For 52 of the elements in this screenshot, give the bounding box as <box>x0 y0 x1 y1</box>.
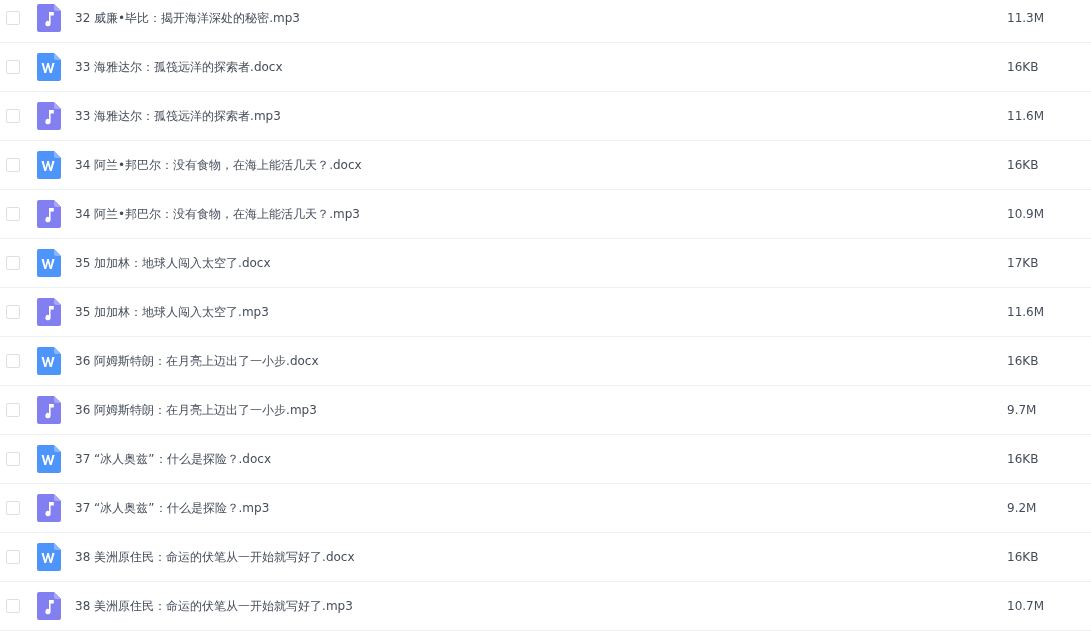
word-file-icon <box>37 249 61 277</box>
file-size: 16KB <box>1007 550 1040 564</box>
music-file-icon <box>37 298 61 326</box>
file-size: 11.6M <box>1007 305 1046 319</box>
word-file-icon <box>37 53 61 81</box>
file-size: 11.6M <box>1007 109 1046 123</box>
file-name[interactable]: 34 阿兰•邦巴尔：没有食物，在海上能活几天？.docx <box>75 156 1007 174</box>
file-size: 9.2M <box>1007 501 1038 515</box>
checkbox[interactable] <box>6 403 20 417</box>
checkbox[interactable] <box>6 305 20 319</box>
checkbox[interactable] <box>6 11 20 25</box>
file-name[interactable]: 32 威廉•毕比：揭开海洋深处的秘密.mp3 <box>75 9 1007 27</box>
checkbox[interactable] <box>6 207 20 221</box>
file-name[interactable]: 38 美洲原住民：命运的伏笔从一开始就写好了.mp3 <box>75 597 1007 615</box>
file-size: 16KB <box>1007 60 1040 74</box>
checkbox[interactable] <box>6 550 20 564</box>
file-name[interactable]: 37 “冰人奥兹”：什么是探险？.mp3 <box>75 499 1007 517</box>
music-file-icon <box>37 4 61 32</box>
file-name[interactable]: 38 美洲原住民：命运的伏笔从一开始就写好了.docx <box>75 548 1007 566</box>
word-file-icon <box>37 445 61 473</box>
file-name[interactable]: 33 海雅达尔：孤筏远洋的探索者.docx <box>75 58 1007 76</box>
checkbox[interactable] <box>6 109 20 123</box>
file-name[interactable]: 35 加加林：地球人闯入太空了.mp3 <box>75 303 1007 321</box>
music-file-icon <box>37 494 61 522</box>
file-size: 16KB <box>1007 158 1040 172</box>
file-size: 10.7M <box>1007 599 1046 613</box>
word-file-icon <box>37 347 61 375</box>
file-size: 16KB <box>1007 354 1040 368</box>
word-file-icon <box>37 151 61 179</box>
checkbox[interactable] <box>6 256 20 270</box>
music-file-icon <box>37 396 61 424</box>
checkbox[interactable] <box>6 60 20 74</box>
checkbox[interactable] <box>6 501 20 515</box>
music-file-icon <box>37 592 61 620</box>
file-size: 10.9M <box>1007 207 1046 221</box>
file-size: 9.7M <box>1007 403 1038 417</box>
music-file-icon <box>37 200 61 228</box>
music-file-icon <box>37 102 61 130</box>
file-size: 17KB <box>1007 256 1040 270</box>
file-size: 16KB <box>1007 452 1040 466</box>
file-name[interactable]: 36 阿姆斯特朗：在月亮上迈出了一小步.mp3 <box>75 401 1007 419</box>
file-name[interactable]: 34 阿兰•邦巴尔：没有食物，在海上能活几天？.mp3 <box>75 205 1007 223</box>
file-name[interactable]: 37 “冰人奥兹”：什么是探险？.docx <box>75 450 1007 468</box>
checkbox[interactable] <box>6 452 20 466</box>
file-name[interactable]: 35 加加林：地球人闯入太空了.docx <box>75 254 1007 272</box>
file-size: 11.3M <box>1007 11 1046 25</box>
checkbox[interactable] <box>6 354 20 368</box>
file-name[interactable]: 36 阿姆斯特朗：在月亮上迈出了一小步.docx <box>75 352 1007 370</box>
word-file-icon <box>37 543 61 571</box>
file-name[interactable]: 33 海雅达尔：孤筏远洋的探索者.mp3 <box>75 107 1007 125</box>
checkbox[interactable] <box>6 599 20 613</box>
checkbox[interactable] <box>6 158 20 172</box>
